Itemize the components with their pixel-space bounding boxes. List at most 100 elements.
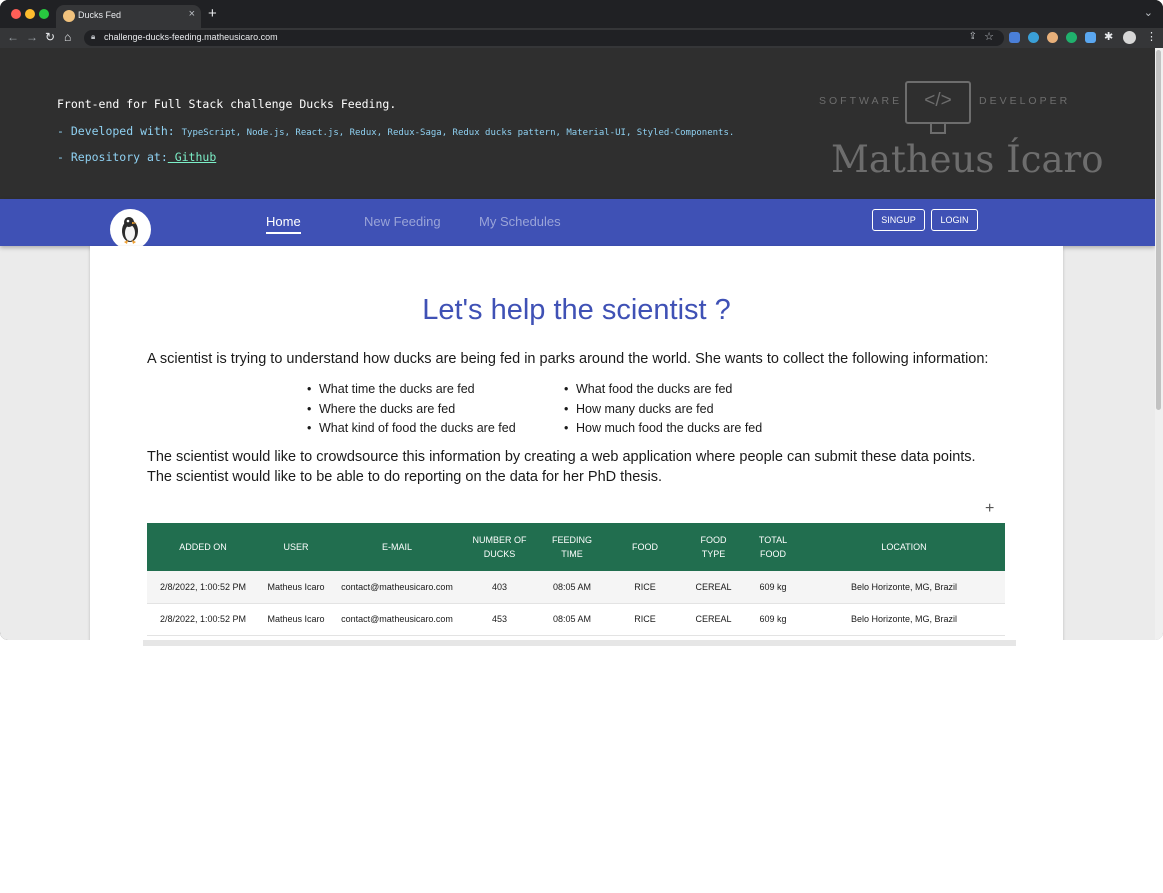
requirement-item: What time the ducks are fed (307, 380, 516, 400)
add-feeding-icon[interactable]: + (985, 500, 994, 518)
hero-developed-with: - Developed with: TypeScript, Node.js, R… (57, 124, 734, 138)
cell-number-of-ducks: 403 (461, 571, 538, 604)
nav-my-schedules-tab[interactable]: My Schedules (479, 214, 561, 229)
nav-home-tab[interactable]: Home (266, 214, 301, 234)
logo-software-text: SOFTWARE (819, 95, 903, 107)
lock-icon[interactable]: 🔒︎ (91, 32, 95, 42)
web-page: Front-end for Full Stack challenge Ducks… (0, 48, 1163, 640)
requirements-list-right: What food the ducks are fed How many duc… (564, 380, 762, 439)
closing-text: The scientist would like to crowdsource … (147, 447, 976, 487)
tab-search-icon[interactable]: ⌄ (1144, 6, 1153, 19)
signup-button[interactable]: SINGUP (872, 209, 925, 231)
translate-extension-icon[interactable] (1009, 32, 1020, 43)
maximize-window-button[interactable] (39, 9, 49, 19)
cell-email: contact@matheusicaro.com (333, 603, 461, 636)
cell-food-type: CEREAL (684, 603, 743, 636)
address-bar[interactable]: 🔒︎ challenge-ducks-feeding.matheusicaro.… (84, 30, 1004, 46)
cell-user: Matheus Icaro (259, 571, 333, 604)
back-arrow-icon[interactable]: ← (7, 30, 19, 44)
page-headline: Let's help the scientist ? (422, 294, 731, 326)
closing-line: The scientist would like to be able to d… (147, 469, 663, 485)
tab-title: Ducks Fed (78, 10, 122, 20)
feedings-table: ADDED ON USER E-MAIL NUMBER OF DUCKS FEED… (147, 523, 1005, 636)
monitor-icon: </> (905, 81, 971, 124)
requirement-item: How much food the ducks are fed (564, 419, 762, 439)
table-header-row: ADDED ON USER E-MAIL NUMBER OF DUCKS FEED… (147, 523, 1005, 571)
tab-bar: Ducks Fed × + ⌄ (0, 0, 1163, 28)
page-scrollbar[interactable] (1155, 48, 1163, 640)
cell-number-of-ducks: 453 (461, 603, 538, 636)
kebab-menu-icon[interactable]: ⋮ (1146, 30, 1157, 43)
browser-toolbar: ← → ↻ ⌂ 🔒︎ challenge-ducks-feeding.mathe… (0, 28, 1163, 48)
tab-close-icon[interactable]: × (189, 8, 195, 20)
share-icon[interactable]: ⇪ (969, 31, 977, 42)
closing-line: The scientist would like to crowdsource … (147, 449, 976, 465)
table-row[interactable]: 2/8/2022, 1:00:52 PM Matheus Icaro conta… (147, 603, 1005, 636)
profile-avatar[interactable] (1123, 31, 1136, 44)
forward-arrow-icon[interactable]: → (26, 30, 38, 44)
logo-developer-text: DEVELOPER (979, 95, 1071, 107)
duck-logo-icon[interactable] (110, 209, 151, 250)
cell-added-on: 2/8/2022, 1:00:52 PM (147, 571, 259, 604)
url-text[interactable]: challenge-ducks-feeding.matheusicaro.com (104, 32, 278, 42)
requirement-item: How many ducks are fed (564, 400, 762, 420)
logo-name: Matheus Ícaro (831, 138, 1104, 181)
minimize-window-button[interactable] (25, 9, 35, 19)
nav-new-feeding-tab[interactable]: New Feeding (364, 214, 441, 229)
cell-feeding-time: 08:05 AM (538, 603, 606, 636)
cell-food: RICE (606, 571, 684, 604)
developed-label: - Developed with: (57, 124, 182, 138)
repository-label: - Repository at: (57, 150, 168, 164)
login-button[interactable]: LOGIN (931, 209, 978, 231)
requirements-list-left: What time the ducks are fed Where the du… (307, 380, 516, 439)
column-header-food-type[interactable]: FOOD TYPE (684, 523, 743, 571)
cell-location: Belo Horizonte, MG, Brazil (803, 571, 1005, 604)
browser-tab[interactable]: Ducks Fed × (56, 5, 201, 28)
cell-email: contact@matheusicaro.com (333, 571, 461, 604)
devtools-edge (143, 640, 1016, 646)
monitor-stand-icon (930, 124, 946, 134)
column-header-feeding-time[interactable]: FEEDING TIME (538, 523, 606, 571)
cookie-extension-icon[interactable] (1047, 32, 1058, 43)
react-devtools-extension-icon[interactable] (1028, 32, 1039, 43)
hero-banner: Front-end for Full Stack challenge Ducks… (0, 48, 1155, 199)
cell-feeding-time: 08:05 AM (538, 571, 606, 604)
column-header-total-food[interactable]: TOTAL FOOD (743, 523, 803, 571)
new-tab-button[interactable]: + (208, 5, 217, 22)
code-symbol: </> (924, 90, 952, 111)
column-header-number-of-ducks[interactable]: NUMBER OF DUCKS (461, 523, 538, 571)
cell-food: RICE (606, 603, 684, 636)
bookmark-star-icon[interactable]: ☆ (984, 30, 994, 43)
search-extension-icon[interactable] (1085, 32, 1096, 43)
cell-total-food: 609 kg (743, 571, 803, 604)
column-header-user[interactable]: USER (259, 523, 333, 571)
github-link[interactable]: Github (168, 150, 217, 164)
column-header-email[interactable]: E-MAIL (333, 523, 461, 571)
reload-icon[interactable]: ↻ (45, 30, 55, 44)
close-window-button[interactable] (11, 9, 21, 19)
table-row[interactable]: 2/8/2022, 1:00:52 PM Matheus Icaro conta… (147, 571, 1005, 604)
hero-repository: - Repository at: Github (57, 150, 216, 164)
requirement-item: What food the ducks are fed (564, 380, 762, 400)
hero-title: Front-end for Full Stack challenge Ducks… (57, 97, 397, 111)
cell-total-food: 609 kg (743, 603, 803, 636)
requirement-item: Where the ducks are fed (307, 400, 516, 420)
intro-text: A scientist is trying to understand how … (147, 351, 989, 367)
browser-window: Ducks Fed × + ⌄ ← → ↻ ⌂ 🔒︎ challenge-duc… (0, 0, 1163, 640)
requirement-item: What kind of food the ducks are fed (307, 419, 516, 439)
column-header-location[interactable]: LOCATION (803, 523, 1005, 571)
duck-favicon-icon (63, 10, 75, 22)
column-header-added-on[interactable]: ADDED ON (147, 523, 259, 571)
home-icon[interactable]: ⌂ (64, 30, 71, 44)
column-header-food[interactable]: FOOD (606, 523, 684, 571)
scrollbar-thumb[interactable] (1156, 50, 1161, 410)
cell-location: Belo Horizonte, MG, Brazil (803, 603, 1005, 636)
grammarly-extension-icon[interactable] (1066, 32, 1077, 43)
cell-added-on: 2/8/2022, 1:00:52 PM (147, 603, 259, 636)
developer-logo: SOFTWARE </> DEVELOPER Matheus Ícaro (818, 80, 1103, 190)
content-card: Let's help the scientist ? A scientist i… (90, 246, 1063, 640)
app-navbar: Home New Feeding My Schedules SINGUP LOG… (0, 199, 1155, 250)
cell-user: Matheus Icaro (259, 603, 333, 636)
cell-food-type: CEREAL (684, 571, 743, 604)
extensions-puzzle-icon[interactable]: ✱ (1104, 30, 1113, 43)
